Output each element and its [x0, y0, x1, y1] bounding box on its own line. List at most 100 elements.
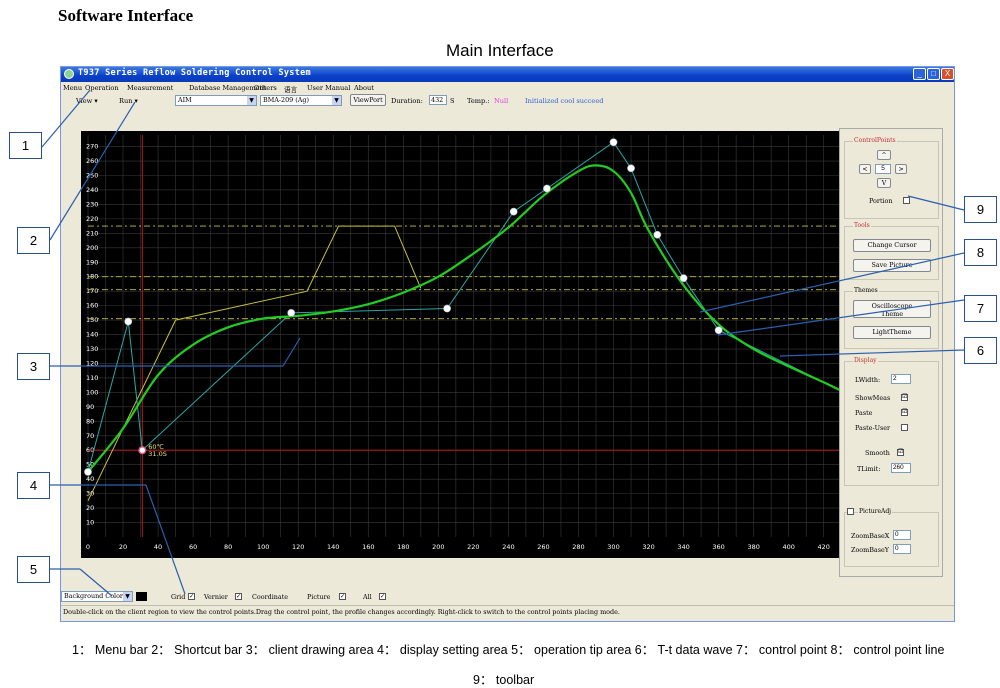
coordinate-label: Coordinate [252, 593, 289, 601]
view-dropdown[interactable]: View ▾ [76, 97, 98, 105]
tlimit-input[interactable]: 260 [891, 463, 911, 473]
lwidth-label: LWidth: [855, 376, 881, 384]
profile-combo[interactable]: AIM ▼ [175, 95, 257, 106]
display-group: Display LWidth: 2 ShowMeas ☑ Paste ☑ Pas… [844, 357, 939, 486]
chevron-down-icon: ▼ [247, 96, 256, 105]
zoom-y-input[interactable]: 0 [893, 544, 911, 554]
picture-checkbox[interactable]: ✓ [339, 593, 346, 600]
x-tick-label: 340 [677, 543, 689, 551]
picture-adj-group: PictureAdj ZoomBaseX 0 ZoomBaseY 0 [844, 508, 939, 567]
zoom-x-input[interactable]: 0 [893, 530, 911, 540]
legend-line-2: 9： toolbar [473, 673, 535, 687]
x-tick-label: 200 [432, 543, 444, 551]
control-point[interactable] [287, 308, 296, 317]
control-point[interactable] [124, 317, 133, 326]
control-point[interactable] [627, 164, 635, 173]
callout-7: 7 [964, 295, 997, 322]
title-bar: T937 Series Reflow Soldering Control Sys… [61, 67, 954, 82]
control-point[interactable] [714, 326, 723, 335]
control-points-label: ControlPoints [853, 137, 897, 144]
cp-right-button[interactable]: > [895, 164, 907, 174]
display-label: Display [853, 357, 878, 364]
menu-item-user-manual[interactable]: User Manual [307, 84, 350, 92]
x-tick-label: 400 [782, 543, 794, 551]
viewport-button[interactable]: ViewPort [350, 94, 386, 106]
minimize-button[interactable]: _ [913, 68, 926, 80]
control-point[interactable] [609, 138, 618, 147]
menu-item-language[interactable]: 语言 [284, 84, 297, 94]
cp-down-button[interactable]: V [877, 178, 891, 188]
smooth-checkbox[interactable]: ☑ [897, 449, 904, 456]
all-label: All [363, 593, 372, 601]
paste-user-checkbox[interactable] [901, 424, 908, 431]
y-tick-label: 250 [86, 171, 98, 179]
vernier-checkbox[interactable]: ✓ [235, 593, 242, 600]
close-button[interactable]: X [941, 68, 954, 80]
tools-group: Tools Change Cursor Save Picture [844, 222, 939, 280]
y-tick-label: 120 [86, 359, 98, 367]
x-tick-label: 160 [362, 543, 374, 551]
control-point[interactable] [679, 274, 688, 283]
display-setting-area: Background Color ▼ Grid ✓ Vernier ✓ Coor… [61, 591, 954, 603]
y-tick-label: 230 [86, 200, 98, 208]
cursor-marker[interactable] [138, 446, 147, 455]
x-tick-label: 80 [224, 543, 232, 551]
grid-checkbox[interactable]: ✓ [188, 593, 195, 600]
control-point[interactable] [543, 184, 551, 193]
client-drawing-area[interactable]: 270 260 250 240 230 220 210 200 190 180 170 160 150 1… [81, 131, 855, 558]
menu-item-measurement[interactable]: Measurement [127, 84, 173, 92]
paste-checkbox[interactable]: ☑ [901, 409, 908, 416]
profile-combo-value: AIM [178, 96, 192, 104]
menu-item-menu[interactable]: Menu [63, 84, 82, 92]
all-checkbox[interactable]: ✓ [379, 593, 386, 600]
x-tick-label: 380 [747, 543, 759, 551]
y-tick-label: 240 [86, 186, 98, 194]
cp-left-button[interactable]: < [859, 164, 871, 174]
legend-line-1: 1： Menu bar 2： Shortcut bar 3： client dr… [72, 643, 945, 657]
picture-adj-checkbox[interactable] [847, 508, 854, 515]
grid-label: Grid [171, 593, 186, 601]
cp-up-button[interactable]: ^ [877, 150, 891, 160]
y-tick-label: 100 [86, 388, 98, 396]
themes-group: Themes Oscilloscope Theme LightTheme [844, 287, 939, 349]
lwidth-input[interactable]: 2 [891, 374, 911, 384]
bg-color-swatch[interactable] [136, 592, 147, 601]
x-tick-label: 280 [572, 543, 584, 551]
oscilloscope-theme-button[interactable]: Oscilloscope Theme [853, 300, 931, 318]
y-tick-label: 130 [86, 345, 98, 353]
zoom-y-label: ZoomBaseY [851, 546, 889, 554]
control-point[interactable] [443, 304, 452, 313]
y-tick-label: 40 [86, 475, 94, 483]
duration-input[interactable]: 432 [429, 95, 447, 105]
solder-combo[interactable]: BMA-209 (Ag) ▼ [260, 95, 342, 106]
operation-tip: Double-click on the client region to vie… [63, 608, 620, 616]
y-tick-label: 150 [86, 316, 98, 324]
x-tick-label: 300 [607, 543, 619, 551]
cp-index-input[interactable]: 5 [875, 164, 891, 174]
showmeas-checkbox[interactable]: ☑ [901, 394, 908, 401]
control-point[interactable] [653, 230, 662, 239]
menu-item-others[interactable]: Others [254, 84, 277, 92]
x-tick-label: 140 [327, 543, 339, 551]
y-tick-label: 160 [86, 302, 98, 310]
doc-title: Software Interface [58, 6, 194, 25]
control-point[interactable] [84, 468, 92, 476]
change-cursor-button[interactable]: Change Cursor [853, 239, 931, 252]
portion-label: Portion [869, 197, 893, 205]
maximize-button[interactable]: □ [927, 68, 940, 80]
y-tick-label: 70 [86, 432, 94, 440]
bg-color-combo[interactable]: Background Color ▼ [61, 591, 133, 602]
light-theme-button[interactable]: LightTheme [853, 326, 931, 339]
menu-item-about[interactable]: About [354, 84, 374, 92]
run-dropdown[interactable]: Run ▾ [119, 97, 138, 105]
x-tick-label: 220 [467, 543, 479, 551]
chevron-down-icon: ▼ [123, 592, 132, 601]
callout-8: 8 [964, 239, 997, 266]
menu-item-operation[interactable]: Operation [85, 84, 119, 92]
save-picture-button[interactable]: Save Picture [853, 259, 931, 272]
control-point[interactable] [509, 207, 518, 216]
bg-color-label: Background Color [64, 592, 123, 600]
tools-label: Tools [853, 222, 871, 229]
x-tick-label: 0 [86, 543, 90, 551]
portion-checkbox[interactable] [903, 197, 910, 204]
